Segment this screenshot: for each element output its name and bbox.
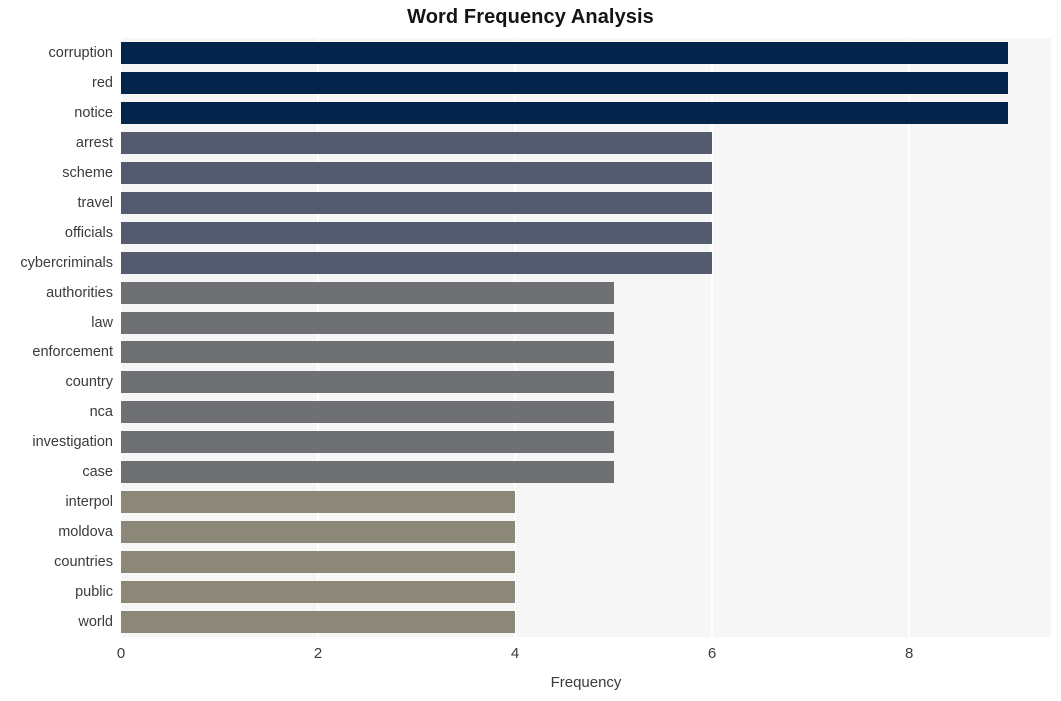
y-tick-label: officials (64, 224, 113, 241)
y-tick-label: enforcement (32, 344, 113, 361)
y-tick-label: world (78, 614, 113, 631)
x-tick-label: 6 (707, 645, 717, 662)
y-tick-label: interpol (65, 494, 113, 511)
gridline-x-8 (908, 38, 911, 637)
plot-area (121, 38, 1051, 637)
bar (121, 311, 614, 334)
bar (121, 551, 516, 574)
y-tick-label: authorities (46, 284, 113, 301)
bar (121, 281, 614, 304)
y-axis: corruption red notice arrest scheme travel off… (0, 38, 113, 637)
bar (121, 521, 516, 544)
bar (121, 431, 614, 454)
y-tick-label: countries (54, 554, 113, 571)
y-tick-label: red (92, 74, 113, 91)
chart-title: Word Frequency Analysis (407, 6, 654, 28)
y-tick-label: scheme (62, 164, 113, 181)
bar (121, 371, 614, 394)
x-tick-label: 4 (510, 645, 520, 662)
bar (121, 611, 516, 634)
chart-figure: Word Frequency Analysis corruption red not… (0, 0, 1061, 701)
bar (121, 131, 713, 154)
y-tick-label: case (82, 464, 113, 481)
x-axis-title: Frequency (550, 674, 622, 691)
bar (121, 491, 516, 514)
bar (121, 161, 713, 184)
x-tick-label: 8 (904, 645, 914, 662)
gridline-x-0 (121, 38, 122, 637)
bar (121, 461, 614, 484)
bar (121, 251, 713, 274)
y-tick-label: corruption (48, 44, 113, 61)
bar (121, 101, 1008, 124)
y-tick-label: public (75, 584, 113, 601)
y-tick-label: notice (74, 104, 113, 121)
bar (121, 191, 713, 214)
x-tick-label: 2 (313, 645, 323, 662)
gridline-x-6 (711, 38, 714, 637)
gridline-x-4 (514, 38, 517, 637)
y-tick-label: law (91, 314, 113, 331)
y-tick-label: travel (77, 194, 113, 211)
bar (121, 581, 516, 604)
bar (121, 341, 614, 364)
bar (121, 401, 614, 424)
y-tick-label: cybercriminals (20, 254, 113, 271)
gridline-x-2 (317, 38, 320, 637)
y-tick-label: country (65, 374, 113, 391)
bar (121, 71, 1008, 94)
y-tick-label: moldova (58, 524, 113, 541)
y-tick-label: arrest (75, 134, 113, 151)
y-tick-label: investigation (32, 434, 113, 451)
bar (121, 41, 1008, 64)
y-tick-label: nca (89, 404, 113, 421)
x-tick-label: 0 (116, 645, 126, 662)
bar (121, 221, 713, 244)
x-axis: 0 2 4 6 8 (0, 645, 1061, 667)
